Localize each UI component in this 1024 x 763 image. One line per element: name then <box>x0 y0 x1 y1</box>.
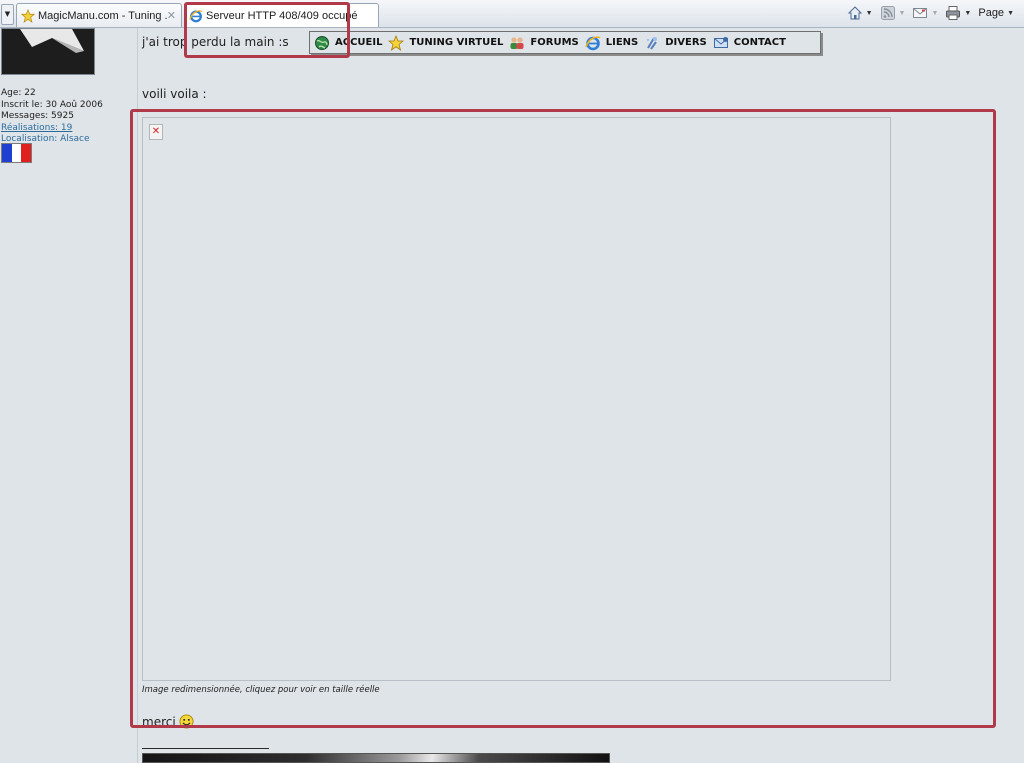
command-bar: ▼ ▼ ▼ ▼ Page ▼ <box>847 3 1018 23</box>
envelope-icon <box>713 36 728 48</box>
broken-image-icon: ✕ <box>149 124 163 140</box>
star-icon <box>388 34 405 51</box>
nav-tuning-virtuel[interactable]: TUNING VIRTUEL <box>384 34 505 51</box>
tab-serveur-http[interactable]: Serveur HTTP 408/409 occupé <box>184 3 379 27</box>
tab-label: Serveur HTTP 408/409 occupé <box>206 9 358 22</box>
flag-stripe <box>21 144 32 162</box>
users-icon <box>510 36 524 49</box>
author-column: Age: 22 Inscrit le: 30 Aoû 2006 Messages… <box>0 28 138 763</box>
signature-image <box>142 753 610 763</box>
avatar-shape <box>20 29 84 53</box>
print-dropdown-icon[interactable]: ▼ <box>964 10 971 17</box>
image-resize-caption[interactable]: Image redimensionnée, cliquez pour voir … <box>142 685 380 695</box>
sparkle-icon <box>647 36 658 50</box>
nav-forums[interactable]: FORUMS <box>505 35 580 51</box>
tab-list-dropdown-button[interactable]: ▼ <box>1 4 14 25</box>
page-dropdown-icon[interactable]: ▼ <box>1007 10 1014 17</box>
nav-label: TUNING VIRTUEL <box>409 37 504 48</box>
smiley-icon <box>179 714 194 729</box>
globe-icon <box>315 35 329 50</box>
resized-image-frame[interactable]: ✕ <box>142 117 891 681</box>
author-age: Age: 22 <box>1 88 36 98</box>
close-tab-icon[interactable]: ✕ <box>167 9 176 22</box>
france-flag-icon <box>1 143 32 163</box>
browser-tab-strip: ▼ MagicManu.com - Tuning ... ✕ Serveur H… <box>0 0 1024 28</box>
home-icon[interactable] <box>847 5 863 21</box>
tab-magicmanu[interactable]: MagicManu.com - Tuning ... ✕ <box>16 3 182 27</box>
nav-accueil[interactable]: ACCUEIL <box>310 35 384 51</box>
post-line-2: voili voila : <box>142 87 207 101</box>
nav-label: ACCUEIL <box>335 37 383 48</box>
page-menu-button[interactable]: Page <box>978 7 1004 19</box>
nav-label: DIVERS <box>665 37 707 48</box>
post-line-1: j'ai trop perdu la main :s <box>142 35 289 49</box>
mail-icon[interactable] <box>912 5 928 21</box>
avatar <box>1 28 95 75</box>
author-messages: Messages: 5925 <box>1 111 74 121</box>
post-closing-text: merci <box>142 714 176 729</box>
signature-separator <box>142 748 269 749</box>
author-realisations-link[interactable]: Réalisations: 19 <box>1 123 103 135</box>
mail-dropdown-icon[interactable]: ▼ <box>931 10 938 17</box>
ie-icon <box>585 35 601 50</box>
nav-label: LIENS <box>605 37 639 48</box>
tab-label: MagicManu.com - Tuning ... <box>38 9 167 22</box>
nav-label: CONTACT <box>733 37 786 48</box>
post-closing: merci <box>142 714 194 729</box>
nav-label: FORUMS <box>530 37 579 48</box>
print-icon[interactable] <box>945 5 961 21</box>
flag-stripe <box>2 144 12 162</box>
flag-stripe <box>11 144 22 162</box>
nav-liens[interactable]: LIENS <box>581 35 641 51</box>
rss-feed-icon[interactable] <box>880 5 896 21</box>
star-favicon-icon <box>21 8 35 23</box>
home-dropdown-icon[interactable]: ▼ <box>866 10 873 17</box>
author-joined: Inscrit le: 30 Aoû 2006 <box>1 99 103 110</box>
nav-divers[interactable]: DIVERS <box>640 35 709 51</box>
rss-dropdown-icon[interactable]: ▼ <box>899 10 906 17</box>
author-profile: Age: 22 Inscrit le: 30 Aoû 2006 Messages… <box>1 88 103 146</box>
site-nav-bar: ACCUEIL TUNING VIRTUEL FORUMS LIENS DIVE… <box>309 31 821 54</box>
ie-favicon-icon <box>189 9 203 22</box>
nav-contact[interactable]: CONTACT <box>709 35 788 51</box>
